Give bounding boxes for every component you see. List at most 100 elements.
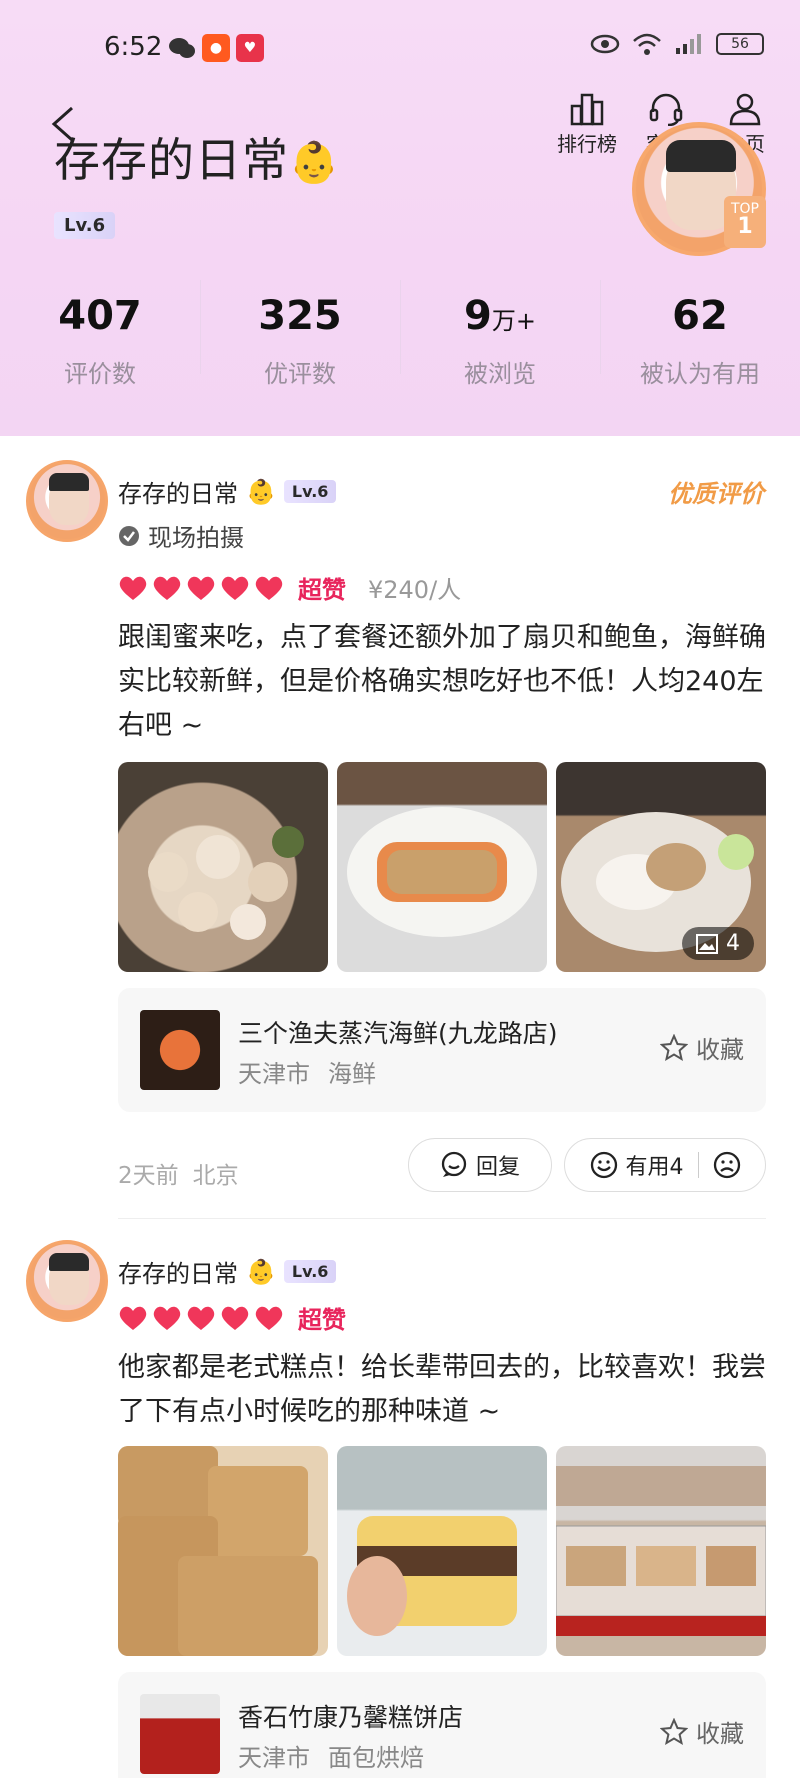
- review-photo[interactable]: [556, 1446, 766, 1656]
- review-text[interactable]: 他家都是老式糕点！给长辈带回去的，比较喜欢！我尝了下有点小时候吃的那种味道 ~: [118, 1346, 768, 1434]
- pill-divider: [697, 1152, 699, 1178]
- top-badge-line2: 1: [737, 214, 753, 239]
- shop-meta: 天津市 海鲜: [238, 1054, 376, 1089]
- review-photo[interactable]: 4: [556, 762, 766, 972]
- favorite-button[interactable]: 收藏: [660, 1030, 744, 1065]
- heart-icon: [153, 1306, 181, 1330]
- photo-tag-label: 现场拍摄: [148, 524, 244, 552]
- reply-label: 回复: [475, 1155, 520, 1180]
- app-notification-icon-2: ♥: [236, 34, 264, 62]
- photo-scallops: [148, 826, 304, 940]
- stat-value: 325: [258, 293, 342, 339]
- author-row: 存存的日常 👶 Lv.6: [118, 1254, 337, 1289]
- stats-row: 407 评价数 325 优评数 9万+ 被浏览 62 被认为有用: [0, 280, 800, 389]
- stat-label: 评价数: [64, 360, 136, 388]
- frown-icon[interactable]: [713, 1151, 741, 1179]
- stat-reviews[interactable]: 407 评价数: [0, 292, 200, 389]
- baby-emoji: 👶: [289, 140, 340, 186]
- author-row: 存存的日常 👶 Lv.6: [118, 474, 337, 509]
- level-badge: Lv.6: [54, 212, 116, 239]
- rating-row: 超赞 ¥240/人: [118, 570, 461, 605]
- heart-icon: [187, 1306, 215, 1330]
- photo-grid: [118, 1446, 766, 1656]
- status-right: 56: [590, 32, 764, 56]
- photo-grid: 4: [118, 762, 766, 972]
- review-photo[interactable]: [118, 1446, 328, 1656]
- favorite-button[interactable]: 收藏: [660, 1714, 744, 1749]
- stat-value: 9: [464, 293, 492, 339]
- stat-label: 被浏览: [464, 360, 536, 388]
- useful-label: 有用4: [625, 1155, 684, 1180]
- heart-icon: [255, 1306, 283, 1330]
- review-card: 存存的日常 👶 Lv.6 优质评价 现场拍摄 超赞 ¥240/人 跟闺蜜来吃，点…: [0, 436, 800, 1220]
- wifi-icon: [633, 33, 661, 55]
- card-divider: [118, 1218, 766, 1219]
- author-avatar[interactable]: [26, 460, 108, 542]
- stat-views[interactable]: 9万+ 被浏览: [400, 280, 600, 389]
- shop-city: 天津市: [238, 1744, 310, 1772]
- photo-shop-counter: [556, 1466, 766, 1636]
- shop-city: 天津市: [238, 1060, 310, 1088]
- onsite-photo-tag: 现场拍摄: [118, 518, 244, 553]
- shop-card[interactable]: 香石竹康乃馨糕饼店 天津市 面包烘焙 收藏: [118, 1672, 766, 1778]
- price-per-person: ¥240/人: [368, 576, 462, 604]
- rating-row: 超赞: [118, 1300, 346, 1335]
- ranking-label: 排行榜: [557, 132, 617, 156]
- review-location: 北京: [192, 1163, 239, 1189]
- stat-value: 407: [58, 293, 142, 339]
- review-photo[interactable]: [337, 1446, 547, 1656]
- author-avatar[interactable]: [26, 1240, 108, 1322]
- review-text[interactable]: 跟闺蜜来吃，点了套餐还额外加了扇贝和鲍鱼，海鲜确实比较新鲜，但是价格确实想吃好也…: [118, 616, 768, 748]
- heart-icon: [255, 576, 283, 600]
- stat-quality-reviews[interactable]: 325 优评数: [200, 280, 400, 389]
- shop-card[interactable]: 三个渔夫蒸汽海鲜(九龙路店) 天津市 海鲜 收藏: [118, 988, 766, 1112]
- shop-meta: 天津市 面包烘焙: [238, 1738, 424, 1773]
- photo-cakes: [118, 1446, 318, 1656]
- favorite-label: 收藏: [696, 1720, 744, 1748]
- shop-thumbnail: [140, 1694, 220, 1774]
- shop-category: 海鲜: [328, 1060, 376, 1088]
- useful-button[interactable]: 有用4: [564, 1138, 766, 1192]
- shop-name: 香石竹康乃馨糕饼店: [238, 1703, 464, 1732]
- quality-review-tag: 优质评价: [668, 480, 764, 508]
- author-name[interactable]: 存存的日常: [118, 474, 238, 509]
- author-name[interactable]: 存存的日常: [118, 1254, 238, 1289]
- review-time: 2天前: [118, 1163, 179, 1189]
- heart-icon: [119, 576, 147, 600]
- heart-icon: [221, 1306, 249, 1330]
- headset-icon: [649, 93, 683, 126]
- page-title: 存存的日常👶: [54, 124, 340, 190]
- rating-text: 超赞: [298, 576, 346, 604]
- avatar-hat: [666, 140, 736, 172]
- heart-icon: [119, 1306, 147, 1330]
- image-icon: [696, 933, 718, 954]
- photo-count-badge[interactable]: 4: [682, 927, 754, 960]
- status-bar: 6:52 ● ♥ 56: [0, 30, 800, 66]
- app-notification-icon: ●: [202, 34, 230, 62]
- top-rank-badge: TOP 1: [724, 196, 766, 248]
- shop-thumbnail: [140, 1010, 220, 1090]
- shop-category: 面包烘焙: [328, 1744, 424, 1772]
- author-emoji: 👶: [246, 477, 276, 506]
- smile-icon: [590, 1151, 617, 1179]
- rating-text: 超赞: [298, 1306, 346, 1334]
- photo-pastry: [347, 1516, 517, 1636]
- stat-unit: 万+: [491, 307, 536, 335]
- stat-label: 优评数: [264, 360, 336, 388]
- signal-icon: [676, 34, 701, 54]
- shop-name: 三个渔夫蒸汽海鲜(九龙路店): [238, 1019, 558, 1048]
- ranking-button[interactable]: 排行榜: [552, 92, 622, 157]
- photo-count: 4: [726, 931, 740, 956]
- star-icon: [660, 1033, 688, 1061]
- author-level-badge: Lv.6: [283, 1260, 337, 1283]
- review-photo[interactable]: [118, 762, 328, 972]
- stat-useful[interactable]: 62 被认为有用: [600, 280, 800, 389]
- eye-icon: [590, 34, 620, 54]
- favorite-label: 收藏: [696, 1036, 744, 1064]
- heart-icon: [153, 576, 181, 600]
- review-card: 存存的日常 👶 Lv.6 超赞 他家都是老式糕点！给长辈带回去的，比较喜欢！我尝…: [0, 1220, 800, 1778]
- star-icon: [660, 1717, 688, 1745]
- reply-button[interactable]: 回复: [408, 1138, 552, 1192]
- status-time: 6:52: [104, 32, 163, 62]
- review-photo[interactable]: [337, 762, 547, 972]
